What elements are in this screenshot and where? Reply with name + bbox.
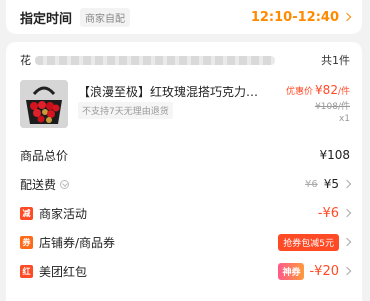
product-price: 优惠价 ¥82 /件 xyxy=(286,83,350,97)
total-price-value: ¥108 xyxy=(319,148,350,162)
coupon-badge-icon: 券 xyxy=(20,235,33,249)
info-icon[interactable] xyxy=(60,179,70,189)
red-packet-label: 美团红包 xyxy=(39,264,88,279)
coupon-label: 店铺券/商品券 xyxy=(39,235,116,250)
product-quantity: x1 xyxy=(338,114,350,124)
red-packet-value: -¥20 xyxy=(309,263,339,279)
chevron-right-icon xyxy=(342,12,352,22)
product-image xyxy=(20,80,68,128)
chevron-right-icon xyxy=(342,179,352,189)
product-item[interactable]: 【浪漫至极】红玫瑰混搭巧克力鲜… 不支持7天无理由退货 优惠价 ¥82 /件 ¥… xyxy=(20,80,350,130)
merchant-discount-label: 商家活动 xyxy=(39,206,88,221)
price-unit: /件 xyxy=(337,87,350,97)
coupon-row[interactable]: 券 店铺券/商品券 抢券包减5元 xyxy=(20,233,352,251)
price-label: 优惠价 xyxy=(286,87,314,97)
delivery-time-card[interactable]: 指定时间 商家自配 12:10-12:40 xyxy=(6,0,362,34)
red-packet-row[interactable]: 红 美团红包 神券 -¥20 xyxy=(20,262,352,280)
discount-badge-icon: 减 xyxy=(20,206,33,220)
shop-name: 花 xyxy=(20,54,31,67)
total-price-row: 商品总价 ¥108 xyxy=(20,146,350,164)
merchant-discount-row[interactable]: 减 商家活动 -¥6 xyxy=(20,204,352,222)
merchant-discount-value: -¥6 xyxy=(317,205,339,221)
price-value: ¥82 xyxy=(315,83,338,97)
return-policy-tag: 不支持7天无理由退货 xyxy=(78,102,173,119)
delivery-time-value[interactable]: 12:10-12:40 xyxy=(250,9,352,25)
shop-header: 花 共1件 xyxy=(20,52,350,68)
shipping-original: ¥6 xyxy=(304,178,318,190)
original-price: ¥108/件 xyxy=(315,102,350,112)
shipping-fee-row[interactable]: 配送费 ¥6 ¥5 xyxy=(20,175,352,193)
red-packet-icon: 红 xyxy=(20,264,33,278)
shipping-value: ¥5 xyxy=(323,177,339,191)
chevron-right-icon xyxy=(342,208,352,218)
total-price-label: 商品总价 xyxy=(20,148,69,163)
order-card: 花 共1件 【浪漫至极】红玫瑰混搭巧克力鲜… 不支持7天无理由退货 优惠价 ¥8… xyxy=(6,42,362,301)
delivery-time-title: 指定时间 xyxy=(20,11,73,27)
delivery-time-text: 12:10-12:40 xyxy=(250,9,339,25)
item-count: 共1件 xyxy=(321,54,350,67)
product-title: 【浪漫至极】红玫瑰混搭巧克力鲜… xyxy=(78,85,266,99)
shipping-fee-label: 配送费 xyxy=(20,177,57,192)
super-coupon-badge: 神券 xyxy=(278,262,305,280)
chevron-right-icon xyxy=(342,237,352,247)
delivery-mode-tag: 商家自配 xyxy=(80,7,131,27)
chevron-right-icon xyxy=(342,266,352,276)
coupon-promo-button[interactable]: 抢券包减5元 xyxy=(278,233,339,251)
shop-name-redacted xyxy=(35,55,275,65)
